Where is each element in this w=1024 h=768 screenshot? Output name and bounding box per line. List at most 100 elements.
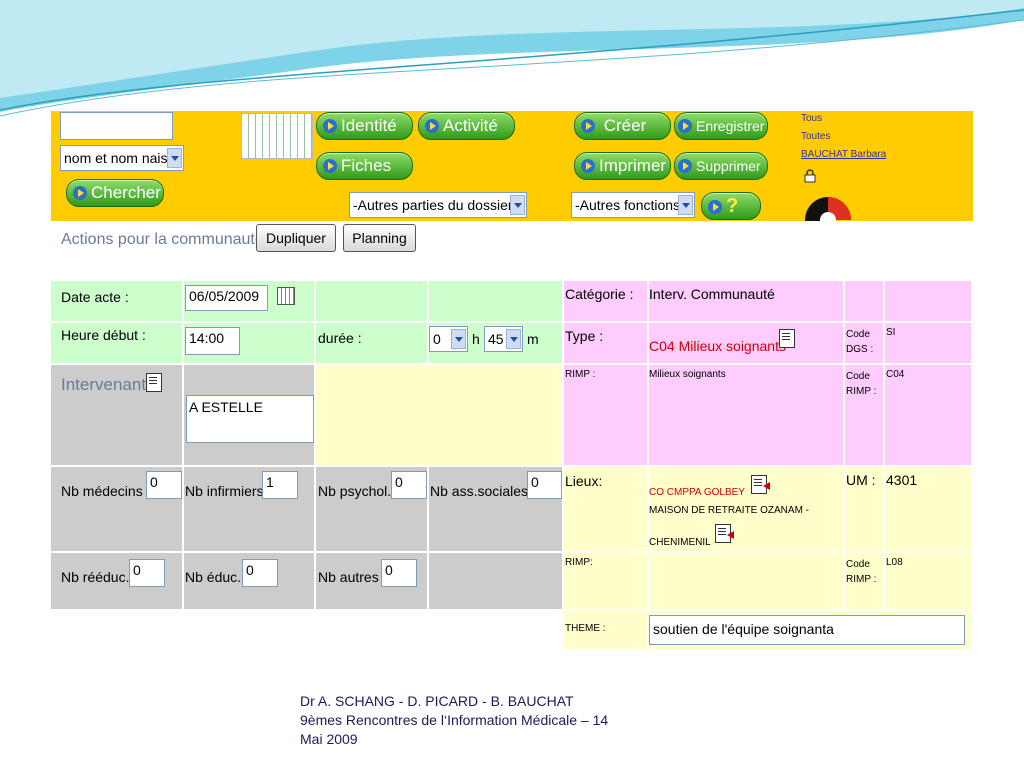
chevron-down-icon <box>451 329 466 349</box>
play-icon <box>678 119 692 133</box>
code-rimp2-label-cell: Code RIMP : <box>845 553 885 611</box>
nb-reeduc-input[interactable]: 0 <box>129 559 165 587</box>
link-tous[interactable]: Tous <box>801 113 822 124</box>
fonctions-select-value: -Autres fonctions- <box>575 197 685 213</box>
date-input[interactable]: 06/05/2009 <box>185 285 268 311</box>
chercher-label: Chercher <box>91 183 161 202</box>
search-type-select[interactable]: nom et nom nais. <box>60 145 184 171</box>
help-button[interactable]: ? <box>701 192 761 220</box>
supprimer-label: Supprimer <box>696 158 761 174</box>
fiches-label: Fiches <box>341 156 392 175</box>
list-icon[interactable] <box>779 329 795 348</box>
link-toutes[interactable]: Toutes <box>801 131 830 142</box>
empty-cell <box>845 281 885 323</box>
date-label-cell: Date acte : <box>51 281 184 323</box>
nb-autres-input[interactable]: 0 <box>381 559 417 587</box>
nb-ass-input[interactable]: 0 <box>527 471 562 499</box>
actions-title: Actions pour la communauté <box>61 231 264 248</box>
code-rimp-value-cell: C04 <box>885 365 973 467</box>
rimp-label-cell: RIMP : <box>564 365 649 467</box>
duree-minutes-select[interactable]: 45 <box>484 326 523 352</box>
lieux-value-2: MAISON DE RETRAITE OZANAM - <box>649 505 810 516</box>
play-icon <box>708 200 722 214</box>
nb-psychol-input[interactable]: 0 <box>391 471 427 499</box>
date-value-cell: 06/05/2009 <box>184 281 316 323</box>
empty-cell <box>316 365 564 467</box>
intervenants-label-cell: Intervenants <box>51 365 184 467</box>
lieux-label: Lieux: <box>565 473 603 489</box>
code-dgs-label: Code DGS : <box>846 329 874 355</box>
nb-medecins-input[interactable]: 0 <box>146 471 182 499</box>
nb-infirmiers-cell: Nb infirmiers 1 <box>184 467 316 553</box>
code-dgs-label-cell: Code DGS : <box>845 323 885 365</box>
rimp-label: RIMP : <box>565 369 596 380</box>
categorie-value: Interv. Communauté <box>649 286 775 302</box>
empty-cell <box>885 281 973 323</box>
nb-psychol-cell: Nb psychol. 0 <box>316 467 429 553</box>
heure-label-cell: Heure début : <box>51 323 184 365</box>
nb-autres-cell: Nb autres 0 <box>316 553 429 611</box>
supprimer-button[interactable]: Supprimer <box>674 152 768 180</box>
toolbar: nom et nom nais. Chercher Identité Activ… <box>51 111 973 221</box>
activite-button[interactable]: Activité <box>418 112 515 140</box>
duree-hours-select[interactable]: 0 <box>429 326 468 352</box>
code-rimp-value: C04 <box>886 369 905 380</box>
chercher-button[interactable]: Chercher <box>66 179 164 207</box>
play-icon <box>323 119 337 133</box>
lock-icon[interactable] <box>804 169 816 183</box>
logo-icon <box>803 195 853 221</box>
nb-educ-input[interactable]: 0 <box>242 559 278 587</box>
heure-value-cell: 14:00 <box>184 323 316 365</box>
categorie-value-cell: Interv. Communauté <box>649 281 845 323</box>
rimp-value-cell: Milieux soignants <box>649 365 845 467</box>
fonctions-select[interactable]: -Autres fonctions- <box>571 192 695 218</box>
search-input[interactable] <box>60 112 173 140</box>
link-user[interactable]: BAUCHAT Barbara <box>801 149 886 160</box>
code-dgs-value: SI <box>886 327 896 338</box>
fiches-button[interactable]: Fiches <box>316 152 413 180</box>
creer-label: Créer <box>603 116 647 135</box>
type-value: C04 Milieux soignants <box>649 338 786 354</box>
play-icon <box>425 119 439 133</box>
nb-infirmiers-input[interactable]: 1 <box>262 471 298 499</box>
theme-input[interactable]: soutien de l'équipe soignanta <box>649 615 965 645</box>
duree-minutes-value: 45 <box>488 331 504 347</box>
creer-button[interactable]: Créer <box>574 112 671 140</box>
remove-icon[interactable] <box>715 524 734 543</box>
chevron-down-icon <box>506 329 521 349</box>
heure-label: Heure début : <box>61 327 146 343</box>
play-icon <box>323 159 337 173</box>
dossier-select[interactable]: -Autres parties du dossier- <box>349 192 527 218</box>
identite-button[interactable]: Identité <box>316 112 413 140</box>
actions-bar: Actions pour la communauté Dupliquer Pla… <box>51 221 973 281</box>
slide-footer: Dr A. SCHANG - D. PICARD - B. BAUCHAT 9è… <box>300 692 700 749</box>
intervenants-value-cell: A ESTELLE <box>184 365 316 467</box>
remove-icon[interactable] <box>751 475 770 494</box>
intervenants-list[interactable]: A ESTELLE <box>186 395 314 443</box>
nb-psychol-label: Nb psychol. <box>318 483 392 499</box>
duree-hours-value: 0 <box>433 331 441 347</box>
dupliquer-button[interactable]: Dupliquer <box>256 224 336 252</box>
nb-medecins-label: Nb médecins <box>61 483 143 499</box>
theme-value-cell: soutien de l'équipe soignanta <box>649 611 973 651</box>
um-value: 4301 <box>886 472 918 488</box>
planning-button[interactable]: Planning <box>343 224 416 252</box>
um-label-cell: UM : <box>845 467 885 553</box>
nb-infirmiers-label: Nb infirmiers <box>185 483 264 499</box>
categorie-label-cell: Catégorie : <box>564 281 649 323</box>
enregistrer-button[interactable]: Enregistrer <box>674 112 768 140</box>
nb-autres-label: Nb autres <box>318 569 379 585</box>
duree-value-cell: 0 h 45 m <box>429 323 564 365</box>
um-value-cell: 4301 <box>885 467 973 553</box>
imprimer-button[interactable]: Imprimer <box>574 152 671 180</box>
dossier-select-value: -Autres parties du dossier- <box>353 197 518 213</box>
list-icon[interactable] <box>146 373 162 392</box>
code-rimp2-value-cell: L08 <box>885 553 973 611</box>
nb-reeduc-cell: Nb rééduc. 0 <box>51 553 184 611</box>
chevron-down-icon <box>510 195 525 215</box>
intervenants-label: Intervenants <box>61 375 155 394</box>
calendar-icon[interactable] <box>277 287 295 305</box>
nb-educ-cell: Nb éduc. 0 <box>184 553 316 611</box>
heure-input[interactable]: 14:00 <box>185 327 240 355</box>
duree-label-cell: durée : <box>316 323 429 365</box>
